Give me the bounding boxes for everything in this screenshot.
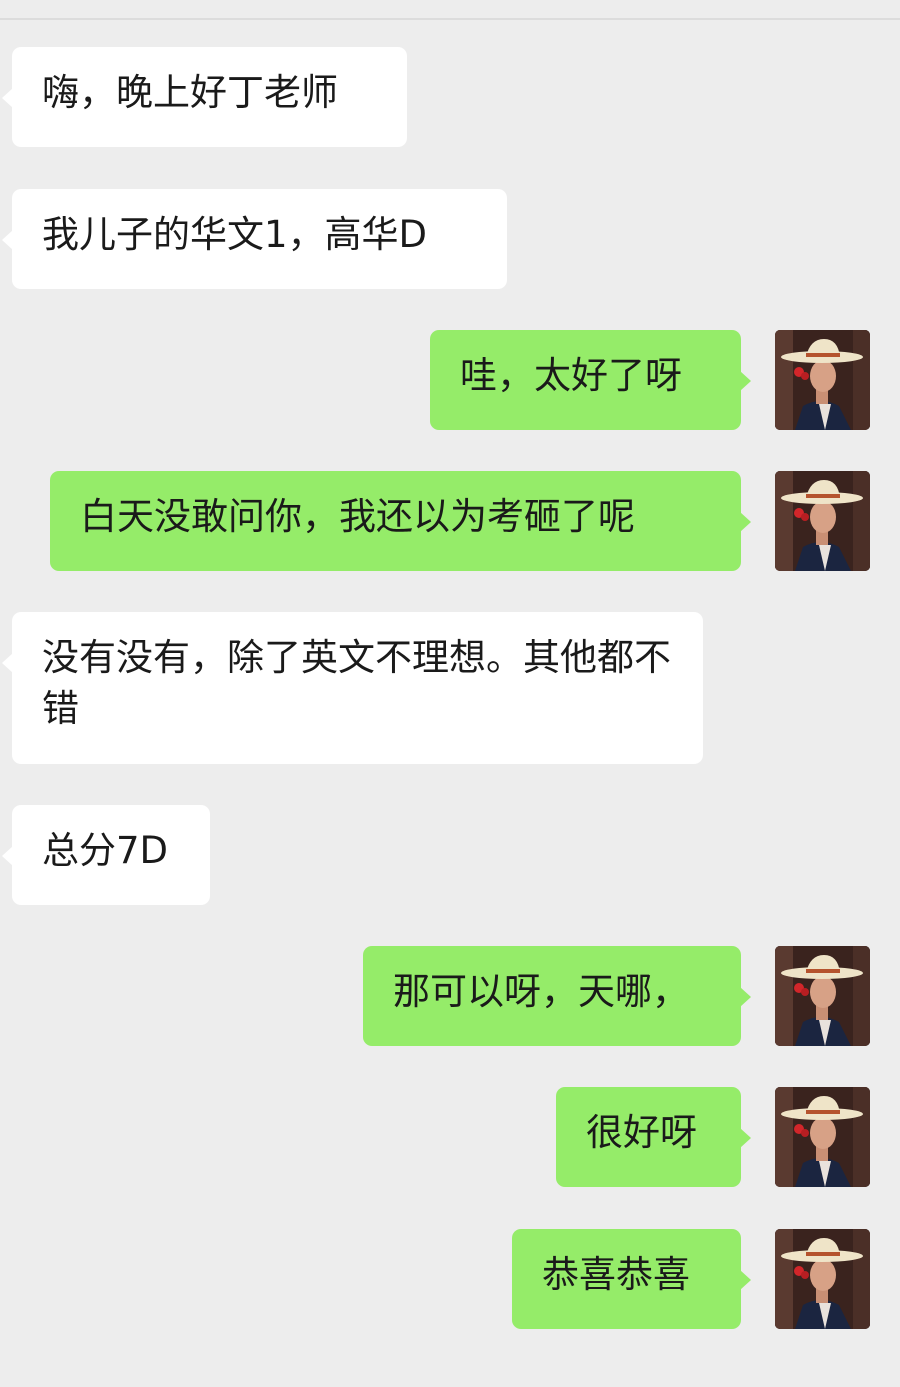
- avatar-portrait-icon: [775, 471, 870, 571]
- message-row-outgoing: 白天没敢问你，我还以为考砸了呢: [0, 471, 900, 571]
- message-bubble-outgoing[interactable]: 白天没敢问你，我还以为考砸了呢: [50, 471, 751, 571]
- message-bubble-outgoing[interactable]: 恭喜恭喜: [512, 1229, 751, 1329]
- message-row-incoming: 我儿子的华文1，高华D: [0, 189, 900, 289]
- message-row-incoming: 没有没有，除了英文不理想。其他都不错: [0, 612, 900, 764]
- message-bubble-incoming[interactable]: 总分7D: [2, 805, 210, 905]
- message-row-incoming: 总分7D: [0, 805, 900, 905]
- message-bubble-incoming[interactable]: 我儿子的华文1，高华D: [2, 189, 507, 289]
- message-bubble-incoming[interactable]: 没有没有，除了英文不理想。其他都不错: [2, 612, 703, 764]
- message-text: 哇，太好了呀: [460, 354, 682, 397]
- message-row-incoming: 嗨，晚上好丁老师: [0, 47, 900, 147]
- message-row-outgoing: 很好呀: [0, 1087, 900, 1187]
- user-avatar-icon[interactable]: [775, 1229, 870, 1329]
- message-text: 很好呀: [586, 1111, 697, 1154]
- avatar-portrait-icon: [775, 946, 870, 1046]
- message-text: 白天没敢问你，我还以为考砸了呢: [80, 495, 635, 538]
- message-text: 我儿子的华文1，高华D: [42, 213, 428, 256]
- avatar-portrait-icon: [775, 330, 870, 430]
- message-row-outgoing: 哇，太好了呀: [0, 330, 900, 430]
- chat-window: 嗨，晚上好丁老师 我儿子的华文1，高华D 哇，太好了呀 白天没敢问你，我还以为考…: [0, 0, 900, 1387]
- user-avatar-icon[interactable]: [775, 946, 870, 1046]
- avatar-portrait-icon: [775, 1229, 870, 1329]
- message-bubble-outgoing[interactable]: 哇，太好了呀: [430, 330, 751, 430]
- message-row-outgoing: 那可以呀，天哪，: [0, 946, 900, 1046]
- avatar-portrait-icon: [775, 1087, 870, 1187]
- message-text: 恭喜恭喜: [542, 1253, 690, 1296]
- message-text: 嗨，晚上好丁老师: [42, 71, 338, 114]
- message-bubble-outgoing[interactable]: 很好呀: [556, 1087, 751, 1187]
- user-avatar-icon[interactable]: [775, 330, 870, 430]
- message-row-outgoing: 恭喜恭喜: [0, 1229, 900, 1329]
- user-avatar-icon[interactable]: [775, 471, 870, 571]
- message-text: 总分7D: [42, 829, 169, 872]
- user-avatar-icon[interactable]: [775, 1087, 870, 1187]
- message-text: 那可以呀，天哪，: [393, 970, 689, 1013]
- message-text: 没有没有，除了英文不理想。其他都不错: [42, 636, 671, 730]
- message-bubble-incoming[interactable]: 嗨，晚上好丁老师: [2, 47, 407, 147]
- message-bubble-outgoing[interactable]: 那可以呀，天哪，: [363, 946, 751, 1046]
- top-divider: [0, 18, 900, 20]
